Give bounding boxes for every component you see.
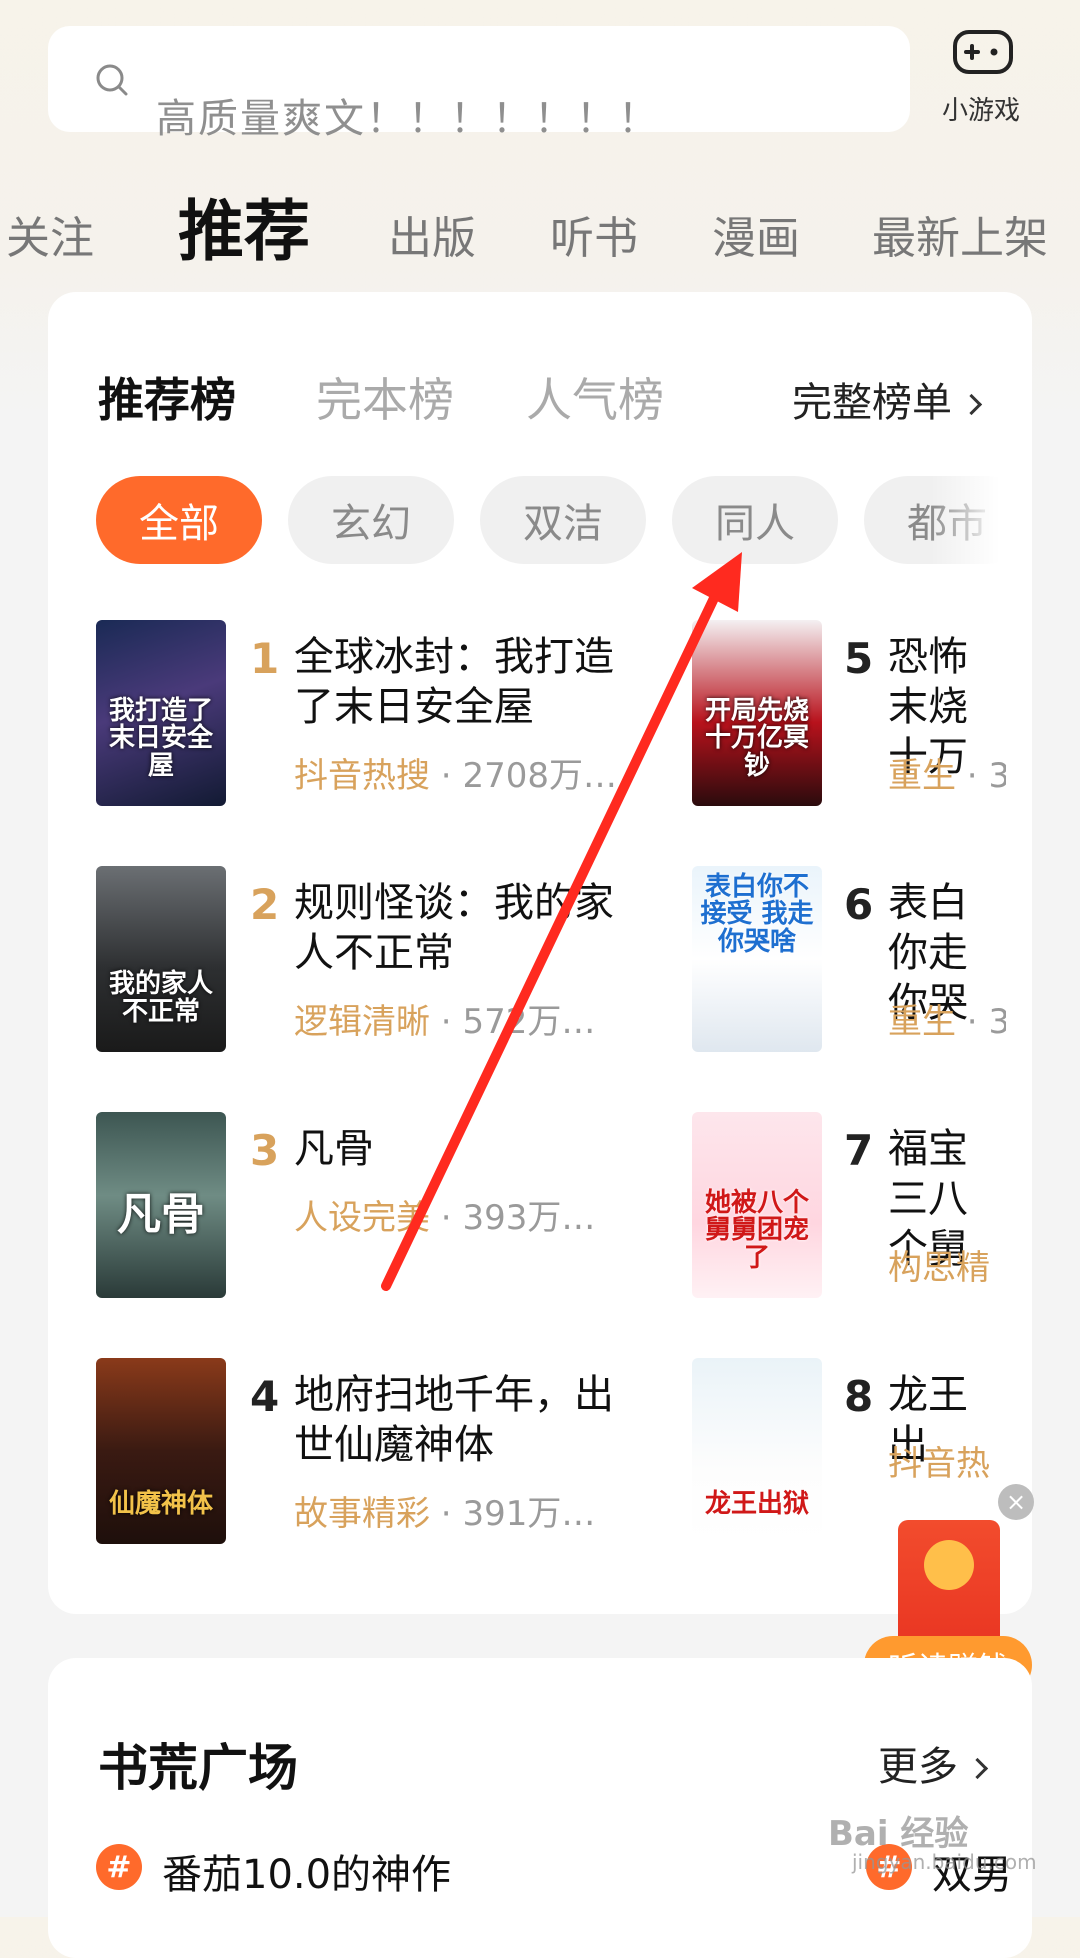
watermark-subtext: jingyan.baidu.com [852,1850,1037,1874]
book-tag-8: 抖音热 [888,1444,990,1484]
book-meta-8: 抖音热 [888,1436,990,1485]
tab-new-arrivals[interactable]: 最新上架 [872,202,1048,266]
search-placeholder[interactable]: 高质量爽文！！！！！！！ [156,86,660,144]
book-cover-8[interactable]: 龙王出狱 [692,1358,822,1544]
full-list-link[interactable]: 完整榜单 [792,370,983,428]
cover-title-7: 她被八个舅舅团宠了 [704,1188,809,1273]
cover-title-8: 龙王出狱 [704,1488,809,1519]
book-cover-3[interactable]: 凡骨 [96,1112,226,1298]
book-count-4: 391万… [462,1494,596,1534]
book-meta-4: 故事精彩 · 391万… [294,1494,596,1534]
right-column-clip: 恐怖末烧十万 重生 · 3 表白你走你哭 重生 · 3 福宝三八个舅 构思精 龙… [888,600,1006,1600]
tab-completed-list[interactable]: 完本榜 [316,364,454,430]
rank-number-2: 2 [250,880,280,929]
more-link[interactable]: 更多 [878,1734,989,1792]
book-meta-5: 重生 · 3 [888,748,1006,797]
tab-popular-list[interactable]: 人气榜 [526,364,664,430]
rank-number-3: 3 [250,1126,280,1175]
chip-double-pure[interactable]: 双洁 [480,476,646,564]
tab-follow[interactable]: 关注 [6,202,94,266]
book-count-3: 393万… [462,1198,596,1238]
section-title: 书荒广场 [98,1739,298,1797]
book-tag-7: 构思精 [888,1248,990,1288]
book-cover-6[interactable]: 表白你不接受 我走你哭啥 [692,866,822,1052]
book-meta-7: 构思精 [888,1240,990,1289]
book-cover-2[interactable]: 我的家人不正常 [96,866,226,1052]
chip-fanfic[interactable]: 同人 [672,476,838,564]
rank-number-1: 1 [250,634,280,683]
tab-audiobook[interactable]: 听书 [550,202,638,266]
book-count-6: 3 [988,1002,1006,1042]
chip-all[interactable]: 全部 [96,476,262,564]
tab-comics[interactable]: 漫画 [712,202,800,266]
topic-item-1[interactable]: 番茄10.0的神作 [162,1842,451,1900]
cover-title-5: 开局先烧十万亿冥钞 [704,696,809,781]
coin-icon [924,1540,974,1590]
more-label: 更多 [878,1744,958,1790]
rank-number-5: 5 [844,634,874,683]
book-cover-5[interactable]: 开局先烧十万亿冥钞 [692,620,822,806]
book-cover-4[interactable]: 仙魔神体 [96,1358,226,1544]
book-tag-3: 人设完美 [294,1198,430,1238]
close-icon[interactable]: × [998,1484,1034,1520]
book-tag-6: 重生 [888,1002,956,1042]
gamepad-icon[interactable] [952,26,1014,78]
book-tag-2: 逻辑清晰 [294,1002,430,1042]
book-cover-7[interactable]: 她被八个舅舅团宠了 [692,1112,822,1298]
tab-recommend-list[interactable]: 推荐榜 [98,364,236,430]
book-tag-4: 故事精彩 [294,1494,430,1534]
chevron-right-icon [960,393,983,416]
watermark: Bai 经验 [828,1814,969,1854]
book-count-1: 2708万… [462,756,617,796]
mini-game-label[interactable]: 小游戏 [942,90,1020,127]
book-count-2: 572万… [462,1002,596,1042]
book-tag-5: 重生 [888,756,956,796]
book-meta-2: 逻辑清晰 · 572万… [294,1002,596,1042]
search-icon [96,64,128,96]
book-meta-1: 抖音热搜 · 2708万… [294,756,617,796]
book-tag-1: 抖音热搜 [294,756,430,796]
hashtag-icon: # [96,1844,142,1890]
book-meta-3: 人设完美 · 393万… [294,1198,596,1238]
rank-number-8: 8 [844,1372,874,1421]
rank-number-7: 7 [844,1126,874,1175]
book-title-4[interactable]: 地府扫地千年，出世仙魔神体 [294,1370,634,1470]
book-title-2[interactable]: 规则怪谈：我的家人不正常 [294,878,634,978]
full-list-label: 完整榜单 [792,380,952,426]
book-meta-6: 重生 · 3 [888,994,1006,1043]
cover-title-4: 仙魔神体 [108,1488,213,1519]
tab-recommend[interactable]: 推荐 [178,178,310,274]
cover-title-2: 我的家人不正常 [108,969,213,1027]
chip-fade [930,460,1030,580]
cover-title-6: 表白你不接受 我走你哭啥 [700,872,814,957]
book-title-1[interactable]: 全球冰封：我打造了末日安全屋 [294,632,634,732]
tab-publish[interactable]: 出版 [388,202,476,266]
cover-title-1: 我打造了末日安全屋 [108,696,213,781]
book-count-5: 3 [988,756,1006,796]
chip-fantasy[interactable]: 玄幻 [288,476,454,564]
book-cover-1[interactable]: 我打造了末日安全屋 [96,620,226,806]
chevron-right-icon [966,1757,989,1780]
book-title-3[interactable]: 凡骨 [294,1124,634,1174]
rank-number-4: 4 [250,1372,280,1421]
cover-title-3: 凡骨 [117,1188,205,1240]
rank-number-6: 6 [844,880,874,929]
